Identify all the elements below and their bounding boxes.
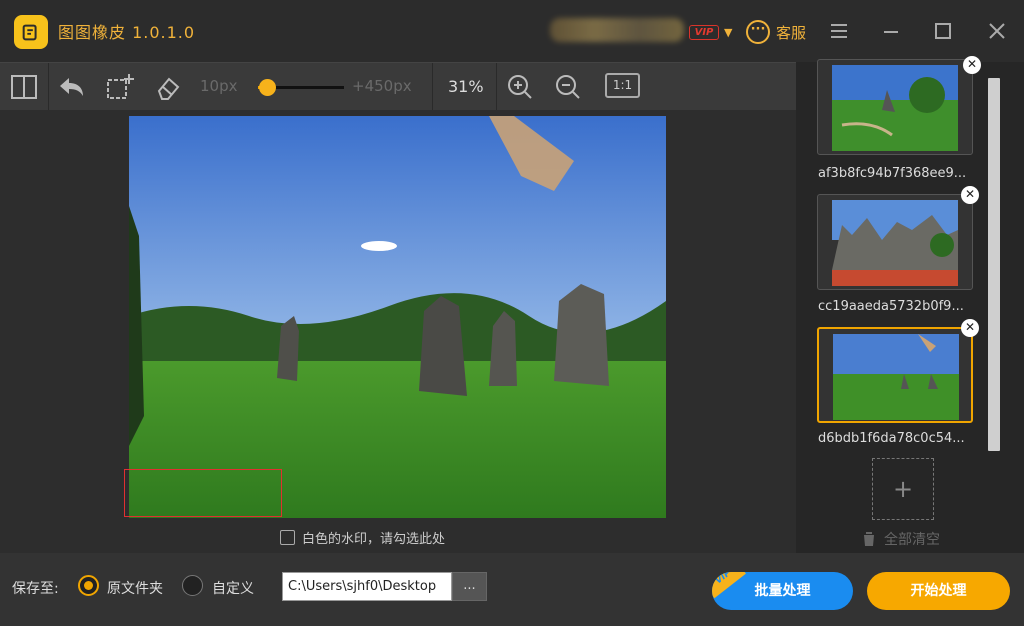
original-folder-label[interactable]: 原文件夹	[107, 578, 163, 598]
brush-size-slider[interactable]	[258, 79, 344, 96]
slider-handle[interactable]	[259, 79, 277, 96]
thumbnail-scrollbar[interactable]	[988, 78, 1000, 451]
zoom-in-icon[interactable]	[504, 71, 536, 103]
image-list-panel: ✕ af3b8fc94b7f368ee9... ✕ cc19aaeda5732b…	[796, 56, 1024, 553]
vip-badge[interactable]: VIP	[689, 25, 719, 40]
thumbnail-1-name: af3b8fc94b7f368ee9...	[818, 166, 967, 181]
chevron-down-icon[interactable]: ▼	[724, 26, 732, 39]
remove-thumbnail-1-icon[interactable]: ✕	[963, 56, 981, 74]
blurred-username	[550, 18, 684, 42]
thumbnail-2-name: cc19aaeda5732b0f9...	[818, 299, 964, 314]
thumbnail-image	[833, 334, 959, 420]
clear-all-label: 全部清空	[884, 532, 940, 548]
trash-icon	[863, 532, 875, 546]
canvas-area: 白色的水印，请勾选此处	[0, 110, 796, 553]
compare-view-icon[interactable]	[8, 71, 40, 103]
rect-select-icon[interactable]	[104, 71, 136, 103]
minimize-icon[interactable]	[878, 18, 904, 44]
bottom-bar: 保存至: 原文件夹 自定义 ... VIP 批量处理 开始处理	[0, 553, 1024, 626]
app-title: 图图橡皮 1.0.1.0	[58, 23, 196, 42]
close-icon[interactable]	[984, 18, 1010, 44]
clear-all-button[interactable]: 全部清空	[862, 529, 940, 549]
batch-process-button[interactable]: VIP 批量处理	[712, 572, 853, 610]
zoom-out-icon[interactable]	[552, 71, 584, 103]
save-to-label: 保存至:	[12, 581, 59, 597]
white-watermark-option[interactable]: 白色的水印，请勾选此处	[280, 528, 445, 547]
remove-thumbnail-2-icon[interactable]: ✕	[961, 186, 979, 204]
thumbnail-image	[832, 65, 958, 151]
browse-button[interactable]: ...	[452, 572, 487, 601]
chat-bubble-icon[interactable]: ···	[746, 20, 770, 44]
custom-folder-label[interactable]: 自定义	[212, 578, 254, 598]
customer-service-button[interactable]: 客服	[776, 22, 806, 43]
main-photo[interactable]	[129, 116, 666, 518]
batch-process-label: 批量处理	[754, 583, 811, 599]
vip-corner-badge: VIP	[712, 572, 746, 599]
start-process-button[interactable]: 开始处理	[867, 572, 1010, 610]
app-logo-icon	[14, 15, 48, 49]
remove-thumbnail-3-icon[interactable]: ✕	[961, 319, 979, 337]
eraser-icon[interactable]	[152, 71, 184, 103]
watermark-selection-box[interactable]	[124, 469, 282, 517]
plus-icon: +	[892, 475, 914, 503]
thumbnail-image	[832, 200, 958, 286]
maximize-icon[interactable]	[930, 18, 956, 44]
menu-icon[interactable]	[826, 18, 852, 44]
title-bar: 图图橡皮 1.0.1.0 VIP ▼ ··· 客服	[0, 0, 1024, 62]
actual-size-button[interactable]: 1:1	[605, 73, 640, 98]
toolbar: 10px +450px 31% 1:1	[0, 62, 796, 111]
brush-size-min: 10px	[200, 77, 238, 95]
zoom-level: 31%	[448, 77, 484, 96]
white-watermark-label: 白色的水印，请勾选此处	[302, 532, 446, 547]
thumbnail-2[interactable]	[817, 194, 973, 290]
app-window: 图图橡皮 1.0.1.0 VIP ▼ ··· 客服 10px +450px 31…	[0, 0, 1024, 626]
brush-size-max: +450px	[352, 77, 412, 95]
thumbnail-1[interactable]	[817, 59, 973, 155]
add-image-button[interactable]: +	[872, 458, 934, 520]
undo-icon[interactable]	[56, 71, 88, 103]
thumbnail-3[interactable]	[817, 327, 973, 423]
radio-original-folder[interactable]	[78, 575, 99, 596]
thumbnail-3-name: d6bdb1f6da78c0c54...	[818, 431, 965, 446]
white-watermark-checkbox[interactable]	[280, 530, 295, 545]
save-path-input[interactable]	[282, 572, 452, 601]
radio-custom-folder[interactable]	[182, 575, 203, 596]
